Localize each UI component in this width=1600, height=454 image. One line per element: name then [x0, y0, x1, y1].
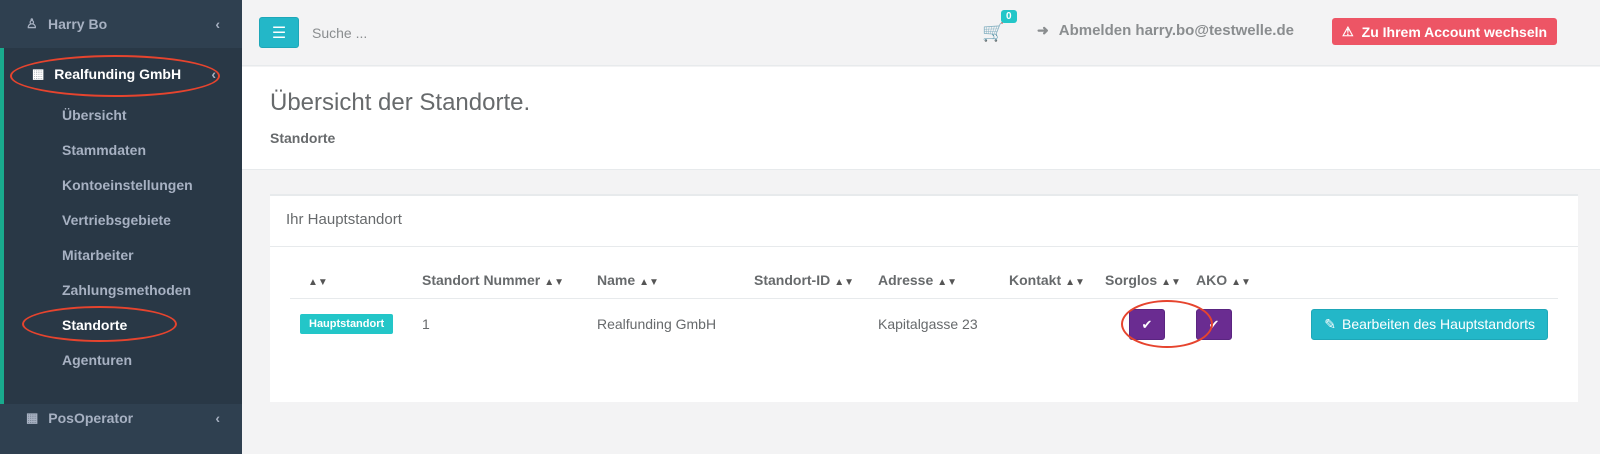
page-heading: Übersicht der Standorte. Standorte	[242, 67, 1600, 170]
sidebar-item-standorte[interactable]: Standorte	[62, 308, 193, 343]
column-header-adresse[interactable]: Adresse ▲▼	[868, 262, 999, 299]
edit-button-label: Bearbeiten des Hauptstandorts	[1341, 315, 1535, 332]
column-header-name[interactable]: Name ▲▼	[587, 262, 744, 299]
column-label: Name	[597, 271, 636, 288]
sort-icon: ▲▼	[639, 276, 659, 288]
cell-standort-id	[744, 298, 868, 350]
sort-icon: ▲▼	[937, 276, 958, 288]
chevron-left-icon: ‹	[211, 66, 216, 82]
chevron-left-icon: ‹	[215, 410, 220, 426]
sidebar-user[interactable]: ♙ Harry Bo ‹	[0, 0, 242, 48]
sidebar-item-stammdaten[interactable]: Stammdaten	[62, 133, 193, 168]
cart-count-badge: 0	[1001, 10, 1017, 23]
switch-account-button[interactable]: ⚠ Zu Ihrem Account wechseln	[1332, 18, 1558, 45]
sidebar-item-agenturen[interactable]: Agenturen	[62, 343, 193, 378]
sidebar-item-kontoeinstellungen[interactable]: Kontoeinstellungen	[62, 168, 193, 203]
cell-standort-nummer: 1	[422, 316, 430, 333]
column-header-standort-id[interactable]: Standort-ID ▲▼	[744, 262, 868, 299]
column-label: AKO	[1196, 271, 1228, 288]
search-input[interactable]	[312, 20, 612, 46]
column-label: Standort-ID	[754, 271, 831, 288]
sidebar-item-zahlungsmethoden[interactable]: Zahlungsmethoden	[62, 273, 193, 308]
chevron-left-icon: ‹	[215, 16, 220, 32]
edit-hauptstandort-button[interactable]: ✎ Bearbeiten des Hauptstandorts	[1311, 308, 1548, 340]
column-header-type[interactable]: ▲▼	[290, 262, 412, 299]
hauptstandort-badge: Hauptstandort	[300, 314, 394, 335]
column-header-actions	[1278, 262, 1558, 299]
sidebar-subnav: Übersicht Stammdaten Kontoeinstellungen …	[62, 98, 193, 378]
sidebar-item-mitarbeiter[interactable]: Mitarbeiter	[62, 238, 193, 273]
sidebar-item-posoperator[interactable]: ▦ PosOperator ‹	[0, 398, 242, 438]
column-label: Adresse	[878, 271, 934, 288]
sidebar-posoperator-label: PosOperator	[48, 410, 134, 426]
table-header-row: ▲▼ Standort Nummer ▲▼ Name ▲▼ Standort-ID ▲…	[290, 262, 1558, 299]
standorte-table: ▲▼ Standort Nummer ▲▼ Name ▲▼ Standort-ID ▲…	[290, 262, 1558, 350]
column-header-kontakt[interactable]: Kontakt ▲▼	[999, 262, 1095, 299]
sidebar-company-section: ▦ Realfunding GmbH ‹ Übersicht Stammdate…	[0, 48, 242, 404]
building-icon: ▦	[32, 66, 45, 81]
hamburger-icon: ☰	[271, 24, 287, 42]
cell-actions: ✎ Bearbeiten des Hauptstandorts	[1278, 298, 1558, 350]
cell-kontakt	[999, 298, 1095, 350]
warning-icon: ⚠	[1342, 23, 1354, 39]
cell-type: Hauptstandort	[290, 298, 412, 350]
sidebar-user-name: Harry Bo	[48, 16, 108, 32]
panel-title-text: Ihr Hauptstandort	[286, 211, 402, 228]
page-title: Übersicht der Standorte.	[270, 89, 531, 116]
user-icon: ♙	[26, 16, 38, 31]
cell-sorglos: ✔	[1095, 298, 1186, 350]
sort-icon: ▲▼	[1231, 276, 1251, 288]
logout-label: Abmelden harry.bo@testwelle.de	[1058, 22, 1294, 39]
breadcrumb[interactable]: Standorte	[270, 130, 335, 146]
sign-out-icon: ➜	[1037, 22, 1049, 38]
sort-icon: ▲▼	[1065, 276, 1085, 288]
column-label: Kontakt	[1009, 271, 1062, 288]
sidebar-item-vertriebsgebiete[interactable]: Vertriebsgebiete	[62, 203, 193, 238]
column-header-sorglos[interactable]: Sorglos ▲▼	[1095, 262, 1186, 299]
sidebar-item-company[interactable]: ▦ Realfunding GmbH ‹	[4, 56, 242, 92]
sort-icon: ▲▼	[834, 276, 855, 288]
cell-adresse: Kapitalgasse 23	[878, 316, 978, 333]
sidebar-item-uebersicht[interactable]: Übersicht	[62, 98, 193, 133]
cell-ako: ✔	[1186, 298, 1278, 350]
sidebar-company-label: Realfunding GmbH	[54, 66, 182, 82]
switch-account-label: Zu Ihrem Account wechseln	[1361, 23, 1548, 40]
logout-link[interactable]: ➜ Abmelden harry.bo@testwelle.de	[1037, 22, 1294, 39]
top-navbar: ☰ 🛒 0 ➜ Abmelden harry.bo@testwelle.de ⚠ …	[242, 0, 1600, 66]
sort-icon: ▲▼	[308, 276, 328, 288]
column-header-ako[interactable]: AKO ▲▼	[1186, 262, 1278, 299]
sort-icon: ▲▼	[544, 276, 565, 288]
pencil-icon: ✎	[1324, 315, 1336, 332]
column-header-standort-nummer[interactable]: Standort Nummer ▲▼	[412, 262, 587, 299]
ako-toggle-button[interactable]: ✔	[1196, 308, 1232, 340]
cell-name: Realfunding GmbH	[597, 316, 717, 333]
basket-icon[interactable]: 🛒	[982, 22, 1004, 43]
building-icon: ▦	[26, 410, 39, 425]
menu-toggle-button[interactable]: ☰	[259, 17, 299, 48]
column-label: Sorglos	[1105, 271, 1158, 288]
column-label: Standort Nummer	[422, 271, 541, 288]
sorglos-toggle-button[interactable]: ✔	[1129, 308, 1165, 340]
hauptstandort-panel: Ihr Hauptstandort ▲▼ Standort Nummer ▲▼ N…	[270, 194, 1578, 402]
sidebar: ♙ Harry Bo ‹ ▦ Realfunding GmbH ‹ Übersi…	[0, 0, 242, 454]
panel-title: Ihr Hauptstandort	[270, 196, 1578, 247]
sort-icon: ▲▼	[1161, 276, 1181, 288]
table-row: Hauptstandort 1 Realfunding GmbH Kapital…	[290, 298, 1558, 350]
check-icon: ✔	[1208, 316, 1220, 332]
check-icon: ✔	[1141, 316, 1153, 332]
